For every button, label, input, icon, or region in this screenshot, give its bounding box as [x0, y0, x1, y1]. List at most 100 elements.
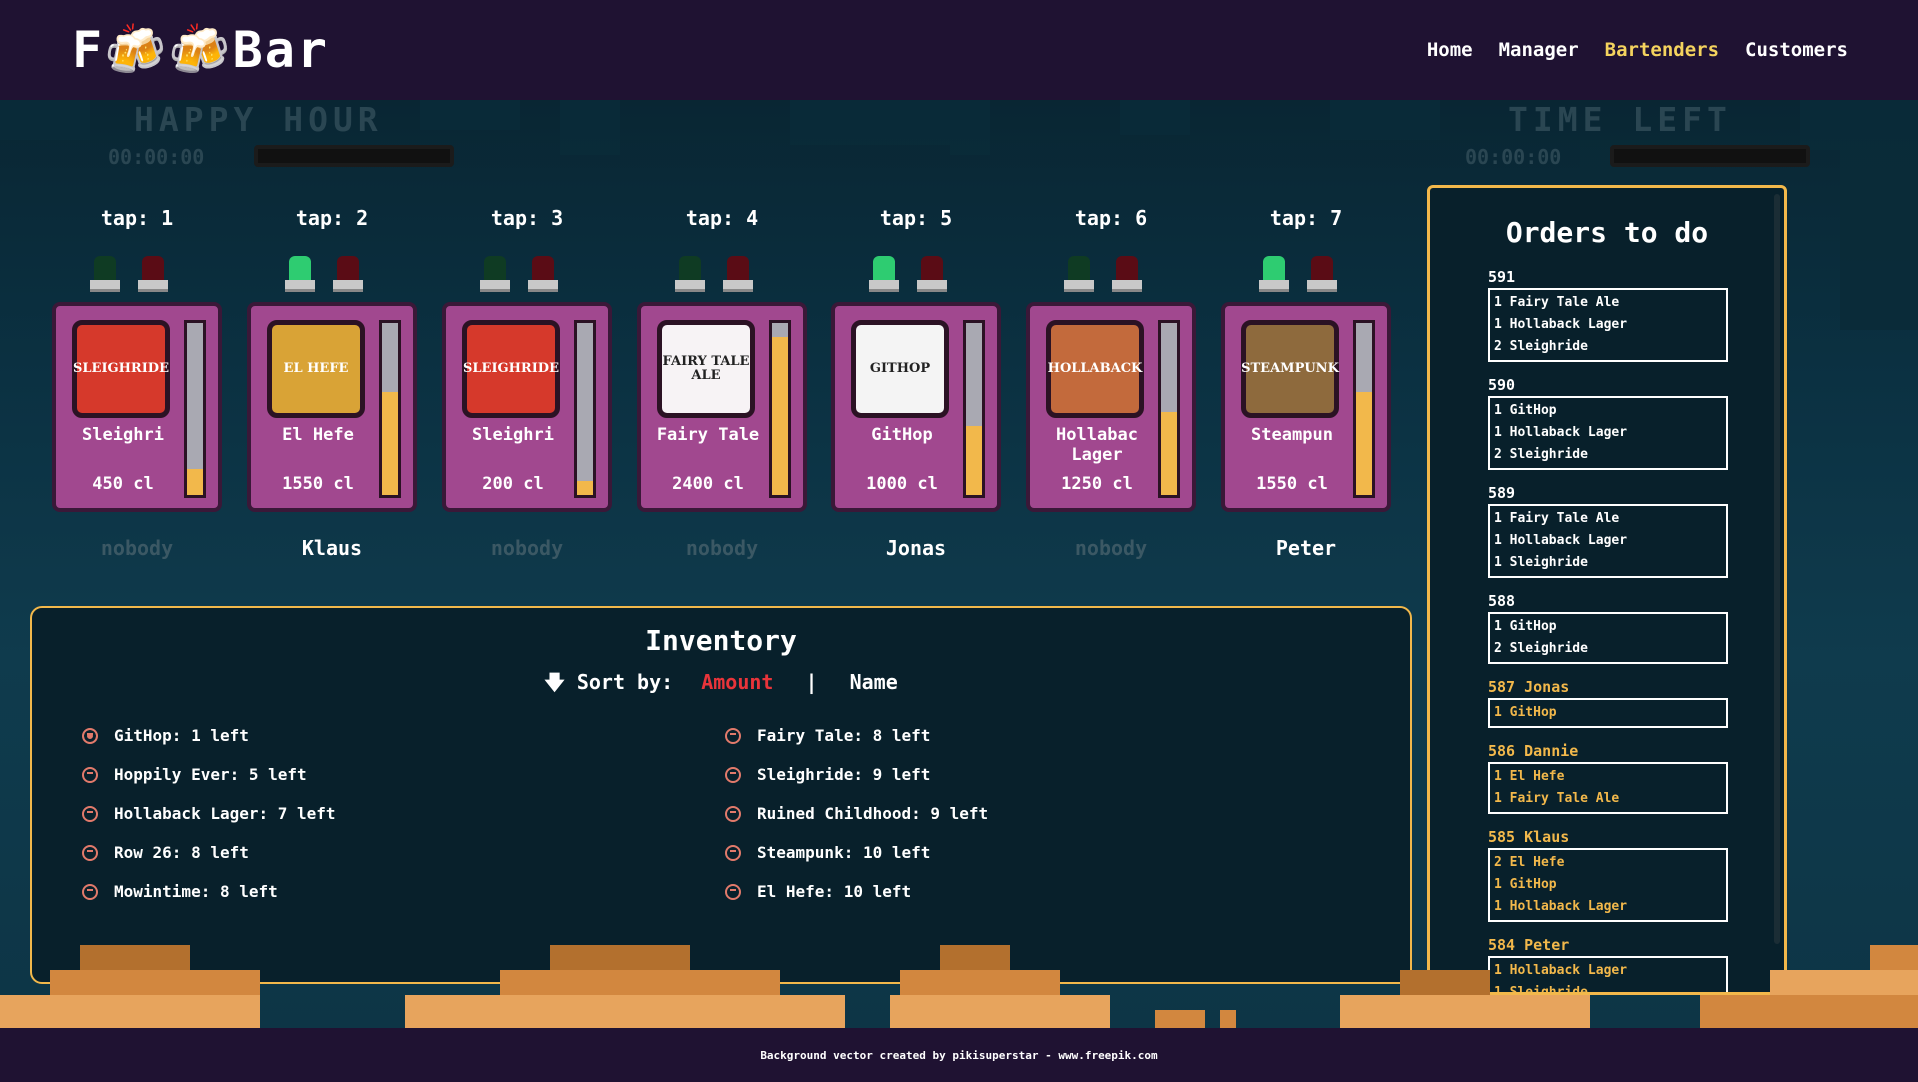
order-id: 587 Jonas — [1488, 677, 1570, 696]
light-base — [1112, 280, 1142, 292]
keg-card[interactable]: EL HEFE El Hefe 1550 cl — [247, 302, 417, 512]
order-card[interactable]: 589 1 Fairy Tale Ale 1 Hollaback Lager 1 Sl… — [1488, 484, 1728, 578]
stock-timer-icon — [82, 766, 98, 783]
keg-card[interactable]: HOLLABACK Hollabac Lager 1250 cl — [1026, 302, 1196, 512]
sort-by-amount-button[interactable]: Amount — [701, 670, 773, 694]
keg-amount: 200 cl — [482, 474, 544, 494]
tap-number: tap: 6 — [1074, 206, 1148, 230]
keg-level-gauge — [963, 320, 985, 498]
tap-7: tap: 7 STEAMPUNK Steampun 1550 cl — [1221, 206, 1391, 512]
keg-card[interactable]: SLEIGHRIDE Sleighri 200 cl — [442, 302, 612, 512]
order-items: 1 El Hefe 1 Fairy Tale Ale — [1488, 761, 1728, 814]
stock-timer-icon — [725, 766, 741, 783]
status-light-red-icon — [1311, 256, 1333, 282]
inventory-item[interactable]: Hollaback Lager: 7 left — [82, 794, 336, 833]
inventory-item[interactable]: Ruined Childhood: 9 left — [725, 794, 988, 833]
inventory-item-label: Mowintime: 8 left — [114, 882, 278, 901]
order-item: 1 Hollaback Lager — [1494, 898, 1628, 914]
order-item: 2 Sleighride — [1494, 640, 1588, 656]
status-light-green-icon — [873, 256, 895, 282]
keg-card[interactable]: FAIRY TALE ALE Fairy Tale 2400 cl — [637, 302, 807, 512]
tap-number: tap: 1 — [100, 206, 174, 230]
status-light-red-icon — [142, 256, 164, 282]
orders-panel: Orders to do 591 1 Fairy Tale Ale 1 Hollab… — [1427, 185, 1787, 995]
stock-timer-icon — [82, 844, 98, 861]
inventory-item[interactable]: Hoppily Ever: 5 left — [82, 755, 336, 794]
inventory-item-label: Ruined Childhood: 9 left — [757, 804, 989, 823]
desert-ground-decoration — [0, 945, 1918, 1030]
inventory-item[interactable]: El Hefe: 10 left — [725, 872, 988, 911]
inventory-list-left: GitHop: 1 left Hoppily Ever: 5 left Hollab… — [82, 716, 336, 911]
sort-by-name-button[interactable]: Name — [850, 670, 898, 694]
status-light-red-icon — [727, 256, 749, 282]
order-card[interactable]: 587 Jonas 1 GitHop — [1488, 678, 1728, 728]
order-card[interactable]: 585 Klaus 2 El Hefe 1 GitHop 1 Hollaback La… — [1488, 828, 1728, 922]
order-card[interactable]: 588 1 GitHop 2 Sleighride — [1488, 592, 1728, 664]
inventory-item[interactable]: Mowintime: 8 left — [82, 872, 336, 911]
inventory-item[interactable]: Fairy Tale: 8 left — [725, 716, 988, 755]
beer-label-image: SLEIGHRIDE — [72, 320, 170, 418]
nav-manager[interactable]: Manager — [1499, 39, 1579, 61]
keg-level-gauge — [184, 320, 206, 498]
keg-card[interactable]: GITHOP GitHop 1000 cl — [831, 302, 1001, 512]
beer-name: Sleighri — [82, 425, 164, 445]
light-base — [138, 280, 168, 292]
order-items: 1 GitHop 1 Hollaback Lager 2 Sleighride — [1488, 395, 1728, 470]
tap-bartender: Jonas — [885, 536, 947, 560]
order-item: 1 El Hefe — [1494, 768, 1565, 784]
tap-status-lights — [1064, 256, 1164, 301]
inventory-item[interactable]: Sleighride: 9 left — [725, 755, 988, 794]
tap-bartender: nobody — [685, 536, 759, 560]
light-base — [1259, 280, 1289, 292]
tap-2: tap: 2 EL HEFE El Hefe 1550 cl — [247, 206, 417, 512]
inventory-item[interactable]: Steampunk: 10 left — [725, 833, 988, 872]
sort-separator: | — [805, 670, 818, 694]
inventory-item[interactable]: GitHop: 1 left — [82, 716, 336, 755]
inventory-list-right: Fairy Tale: 8 left Sleighride: 9 left Ruin… — [725, 716, 988, 911]
tap-number: tap: 5 — [879, 206, 953, 230]
inventory-item[interactable]: Row 26: 8 left — [82, 833, 336, 872]
tap-status-lights — [675, 256, 775, 301]
beer-name: El Hefe — [282, 425, 354, 445]
order-id: 588 — [1488, 591, 1516, 610]
keg-level-gauge — [769, 320, 791, 498]
order-item: 1 GitHop — [1494, 618, 1557, 634]
keg-amount: 450 cl — [92, 474, 154, 494]
beer-label-image: EL HEFE — [267, 320, 365, 418]
keg-level-gauge — [574, 320, 596, 498]
nav-home[interactable]: Home — [1427, 39, 1473, 61]
stock-timer-icon — [82, 727, 98, 744]
keg-amount: 1550 cl — [282, 474, 354, 494]
order-item: 2 El Hefe — [1494, 854, 1565, 870]
nav-bartenders[interactable]: Bartenders — [1605, 39, 1719, 61]
order-item: 1 GitHop — [1494, 876, 1557, 892]
light-base — [869, 280, 899, 292]
light-base — [90, 280, 120, 292]
status-light-red-icon — [921, 256, 943, 282]
foobar-logo[interactable]: F🍻🍻Bar — [72, 21, 329, 80]
beer-name: GitHop — [871, 425, 933, 445]
tap-1: tap: 1 SLEIGHRIDE Sleighri 450 cl — [52, 206, 222, 512]
order-id: 589 — [1488, 483, 1516, 502]
order-card[interactable]: 590 1 GitHop 1 Hollaback Lager 2 Sleighride — [1488, 376, 1728, 470]
keg-card[interactable]: SLEIGHRIDE Sleighri 450 cl — [52, 302, 222, 512]
orders-scrollbar[interactable] — [1774, 194, 1780, 944]
status-light-green-icon — [484, 256, 506, 282]
tap-bartender: nobody — [100, 536, 174, 560]
keg-amount: 1250 cl — [1061, 474, 1133, 494]
order-card[interactable]: 591 1 Fairy Tale Ale 1 Hollaback Lager 2 Sl… — [1488, 268, 1728, 362]
beer-name: Sleighri — [472, 425, 554, 445]
beer-label-image: FAIRY TALE ALE — [657, 320, 755, 418]
light-base — [1307, 280, 1337, 292]
nav-customers[interactable]: Customers — [1745, 39, 1848, 61]
order-item: 2 Sleighride — [1494, 446, 1588, 462]
beer-label-image: GITHOP — [851, 320, 949, 418]
light-base — [285, 280, 315, 292]
order-card[interactable]: 586 Dannie 1 El Hefe 1 Fairy Tale Ale — [1488, 742, 1728, 814]
tap-bartender: nobody — [1074, 536, 1148, 560]
light-base — [675, 280, 705, 292]
happy-hour-progress — [254, 145, 454, 167]
top-nav-bar: F🍻🍻Bar Home Manager Bartenders Customers — [0, 0, 1918, 100]
keg-card[interactable]: STEAMPUNK Steampun 1550 cl — [1221, 302, 1391, 512]
light-base — [333, 280, 363, 292]
